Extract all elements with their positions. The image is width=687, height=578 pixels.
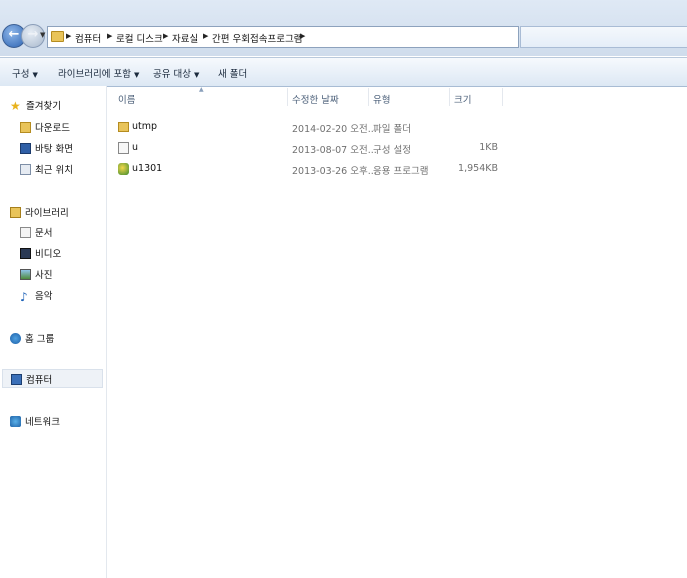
nav-downloads[interactable]: 다운로드 — [20, 120, 70, 136]
file-modified: 2014-02-20 오전... — [292, 124, 377, 135]
breadcrumb-separator-icon[interactable]: ▶ — [107, 32, 112, 40]
nav-favorites-label: 즐겨찾기 — [26, 101, 61, 112]
nav-pictures-label: 사진 — [35, 270, 53, 281]
homegroup-icon — [10, 333, 21, 344]
recent-places-icon — [20, 164, 31, 175]
command-toolbar: 구성 ▼ 라이브러리에 포함 ▼ 공유 대상 ▼ 새 폴더 — [0, 57, 687, 87]
breadcrumb-current-folder[interactable]: 간편 우회접속프로그램 — [212, 31, 302, 45]
nav-pictures[interactable]: 사진 — [20, 267, 52, 283]
organize-button[interactable]: 구성 ▼ — [12, 66, 38, 80]
sort-indicator-icon: ▲ — [199, 86, 204, 93]
computer-icon — [11, 374, 22, 385]
nav-recent[interactable]: 최근 위치 — [20, 162, 73, 178]
file-row[interactable]: utmp 2014-02-20 오전... 파일 폴더 — [116, 120, 506, 136]
nav-libraries[interactable]: 라이브러리 — [10, 205, 69, 221]
column-header-name[interactable]: 이름 — [118, 92, 135, 106]
application-icon — [118, 163, 129, 175]
network-icon — [10, 416, 21, 427]
nav-documents[interactable]: 문서 — [20, 225, 52, 241]
nav-computer[interactable]: 컴퓨터 — [2, 369, 103, 388]
nav-libraries-label: 라이브러리 — [25, 208, 69, 219]
desktop-icon — [20, 143, 31, 154]
organize-label: 구성 — [12, 69, 30, 80]
dropdown-arrow-icon: ▼ — [133, 71, 140, 79]
file-type: 구성 설정 — [373, 145, 411, 156]
column-header-modified[interactable]: 수정한 날짜 — [292, 92, 339, 106]
include-library-label: 라이브러리에 포함 — [58, 69, 131, 80]
breadcrumb-separator-icon[interactable]: ▶ — [300, 32, 305, 40]
column-header-type[interactable]: 유형 — [373, 92, 390, 106]
file-size: 1KB — [479, 142, 498, 153]
file-row[interactable]: u1301 2013-03-26 오후... 응용 프로그램 1,954KB — [116, 162, 506, 178]
dropdown-arrow-icon: ▼ — [193, 71, 200, 79]
nav-desktop[interactable]: 바탕 화면 — [20, 141, 73, 157]
column-divider[interactable] — [449, 88, 450, 106]
file-name: u1301 — [132, 163, 163, 174]
include-in-library-button[interactable]: 라이브러리에 포함 ▼ — [58, 66, 139, 80]
dropdown-arrow-icon: ▼ — [32, 71, 38, 79]
nav-computer-label: 컴퓨터 — [26, 375, 53, 386]
nav-favorites[interactable]: ★ 즐겨찾기 — [10, 98, 61, 114]
column-header-size[interactable]: 크기 — [454, 92, 471, 106]
address-bar-area: ← → ▼ ▶ 컴퓨터 ▶ 로컬 디스크 ▶ 자료실 ▶ 간편 우회접속프로그램… — [0, 0, 687, 56]
breadcrumb-separator-icon[interactable]: ▶ — [163, 32, 168, 40]
column-divider[interactable] — [287, 88, 288, 106]
star-icon: ★ — [10, 99, 21, 113]
file-size: 1,954KB — [458, 163, 498, 174]
breadcrumb-separator-icon[interactable]: ▶ — [66, 32, 71, 40]
new-folder-button[interactable]: 새 폴더 — [218, 66, 247, 80]
file-name: utmp — [132, 121, 158, 132]
config-file-icon — [118, 142, 129, 154]
nav-downloads-label: 다운로드 — [35, 123, 70, 134]
library-icon — [10, 207, 21, 218]
nav-music-label: 음악 — [35, 291, 53, 302]
nav-network[interactable]: 네트워크 — [10, 414, 60, 430]
nav-videos[interactable]: 비디오 — [20, 246, 61, 262]
music-note-icon: ♪ — [20, 290, 28, 304]
documents-icon — [20, 227, 31, 238]
nav-videos-label: 비디오 — [35, 249, 62, 260]
breadcrumb-separator-icon[interactable]: ▶ — [203, 32, 208, 40]
pictures-icon — [20, 269, 31, 280]
breadcrumb-computer[interactable]: 컴퓨터 — [75, 31, 101, 45]
nav-music[interactable]: ♪ 음악 — [20, 288, 52, 304]
column-divider[interactable] — [368, 88, 369, 106]
nav-desktop-label: 바탕 화면 — [35, 144, 73, 155]
address-input[interactable]: ▶ 컴퓨터 ▶ 로컬 디스크 ▶ 자료실 ▶ 간편 우회접속프로그램 ▶ — [47, 26, 519, 48]
share-label: 공유 대상 — [153, 69, 191, 80]
nav-network-label: 네트워크 — [25, 417, 60, 428]
folder-icon — [118, 122, 129, 132]
file-type: 응용 프로그램 — [373, 166, 429, 177]
file-modified: 2013-03-26 오후... — [292, 166, 377, 177]
file-type: 파일 폴더 — [373, 124, 411, 135]
downloads-folder-icon — [20, 122, 31, 133]
file-modified: 2013-08-07 오전... — [292, 145, 377, 156]
search-input[interactable] — [520, 26, 687, 48]
nav-recent-label: 최근 위치 — [35, 165, 73, 176]
video-icon — [20, 248, 31, 259]
recent-pages-dropdown-icon[interactable]: ▼ — [40, 31, 45, 39]
nav-homegroup[interactable]: 홈 그룹 — [10, 331, 54, 347]
file-name: u — [132, 142, 139, 153]
folder-icon — [51, 31, 64, 42]
nav-documents-label: 문서 — [35, 228, 53, 239]
nav-homegroup-label: 홈 그룹 — [25, 334, 55, 345]
share-with-button[interactable]: 공유 대상 ▼ — [153, 66, 199, 80]
column-divider[interactable] — [502, 88, 503, 106]
breadcrumb-archive[interactable]: 자료실 — [172, 31, 198, 45]
breadcrumb-local-disk[interactable]: 로컬 디스크 — [116, 31, 163, 45]
file-row[interactable]: u 2013-08-07 오전... 구성 설정 1KB — [116, 141, 506, 157]
